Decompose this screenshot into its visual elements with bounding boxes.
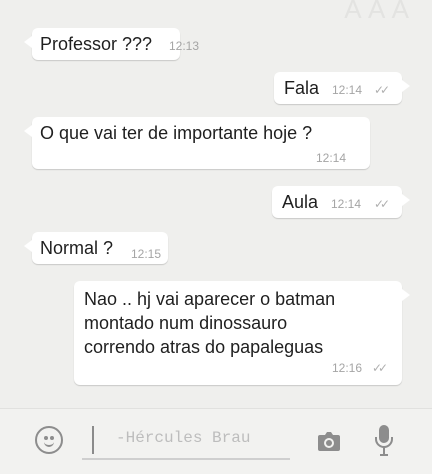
message-outgoing-1[interactable]: Fala 12:14 ✓✓ bbox=[274, 72, 410, 104]
message-time: 12:15 bbox=[131, 247, 162, 261]
message-input-bar: -Hércules Brau bbox=[0, 408, 432, 474]
message-text: Normal ? bbox=[40, 238, 114, 258]
message-text: Nao .. hj vai aparecer o batman montado … bbox=[84, 289, 336, 357]
read-receipt-icon: ✓✓ bbox=[374, 83, 390, 97]
message-time: 12:14 bbox=[332, 83, 363, 97]
smiley-icon[interactable] bbox=[35, 426, 63, 454]
message-incoming-3[interactable]: Normal ? 12:15 bbox=[24, 232, 168, 264]
input-placeholder: -Hércules Brau bbox=[116, 429, 251, 447]
message-text: Aula bbox=[282, 192, 319, 212]
read-receipt-icon: ✓✓ bbox=[374, 197, 390, 211]
message-input[interactable]: -Hércules Brau bbox=[82, 426, 290, 460]
message-incoming-1[interactable]: Professor ??? 12:13 bbox=[24, 28, 199, 60]
message-text: O que vai ter de importante hoje ? bbox=[40, 123, 313, 143]
message-text: Professor ??? bbox=[40, 34, 153, 54]
message-outgoing-2[interactable]: Aula 12:14 ✓✓ bbox=[272, 186, 410, 218]
message-incoming-2[interactable]: O que vai ter de importante hoje ? 12:14 bbox=[24, 117, 370, 169]
chat-area: A A A Professor ??? 12:13 Fala 12:14 ✓✓ … bbox=[0, 0, 432, 408]
camera-icon[interactable] bbox=[315, 427, 343, 455]
message-time: 12:16 bbox=[332, 361, 363, 375]
text-cursor bbox=[92, 426, 94, 454]
message-text: Fala bbox=[284, 78, 320, 98]
message-time: 12:13 bbox=[169, 39, 200, 53]
message-outgoing-3[interactable]: Nao .. hj vai aparecer o batman montado … bbox=[74, 281, 410, 385]
message-time: 12:14 bbox=[316, 151, 347, 165]
smiley-mouth bbox=[44, 439, 54, 447]
message-time: 12:14 bbox=[331, 197, 362, 211]
wallpaper-text: A A A bbox=[344, 0, 410, 24]
microphone-icon[interactable] bbox=[372, 423, 396, 459]
read-receipt-icon: ✓✓ bbox=[372, 361, 388, 375]
